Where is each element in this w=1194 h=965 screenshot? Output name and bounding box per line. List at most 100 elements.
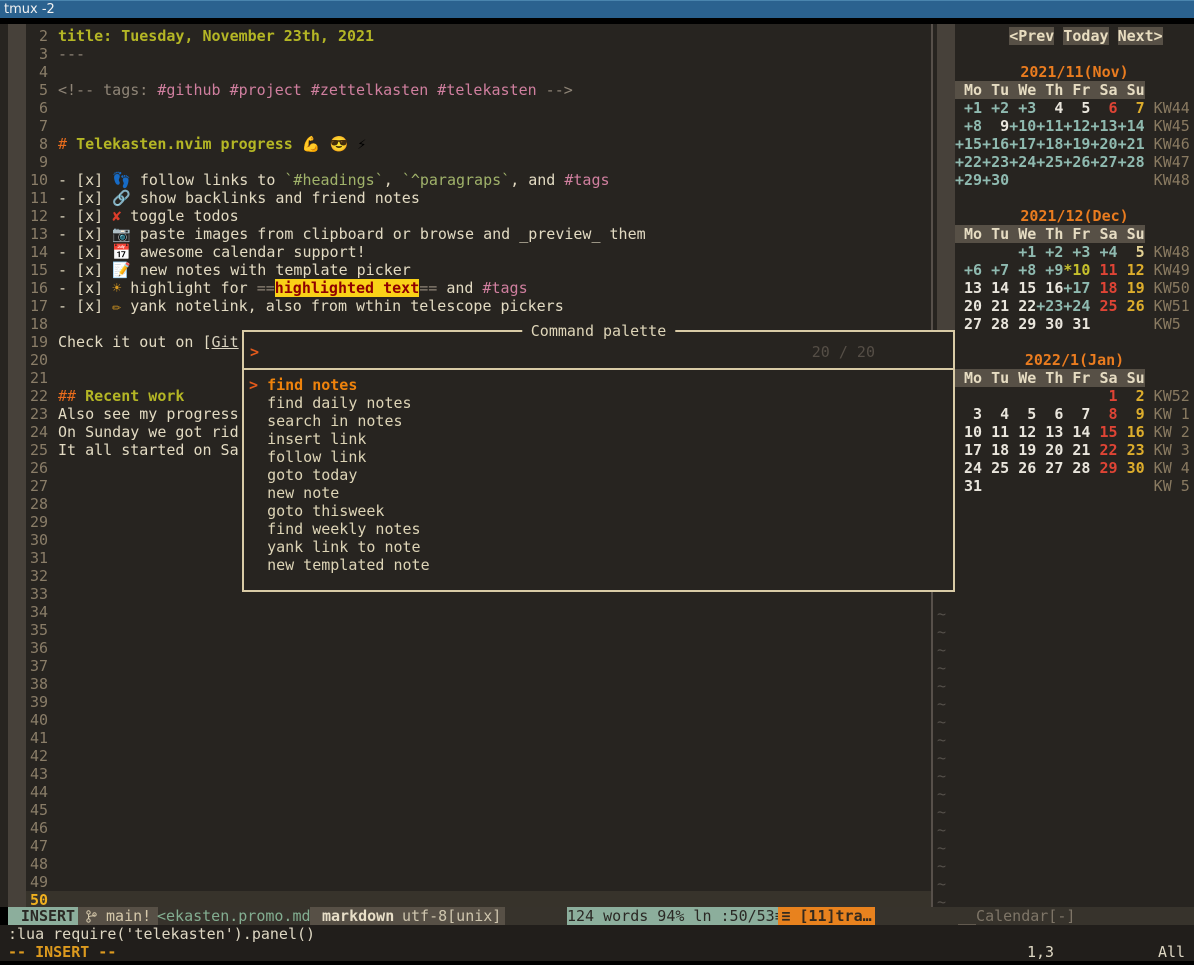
editor-line[interactable]: Check it out on [Git [58,333,239,351]
calendar-day[interactable] [982,477,1009,495]
palette-item[interactable]: new templated note [244,556,953,574]
calendar-day[interactable]: +25 [1036,153,1063,171]
calendar-day[interactable]: 19 [1118,279,1145,297]
calendar-day[interactable]: 4 [982,405,1009,423]
calendar-day[interactable]: +29 [955,171,982,189]
calendar-day[interactable] [1009,477,1036,495]
calendar-day[interactable]: +2 [1036,243,1063,261]
calendar-day[interactable]: +9 [1036,261,1063,279]
calendar-day[interactable]: +17 [1009,135,1036,153]
calendar-day[interactable]: +3 [1009,99,1036,117]
calendar-day[interactable]: 4 [1036,99,1063,117]
calendar-day[interactable] [1063,477,1090,495]
calendar-day[interactable]: 31 [1063,315,1090,333]
calendar-day[interactable] [1063,171,1090,189]
calendar-day[interactable]: 30 [1036,315,1063,333]
calendar-day[interactable]: 9 [1118,405,1145,423]
calendar-day[interactable]: 16 [1036,279,1063,297]
calendar-day[interactable]: 2 [1118,387,1145,405]
calendar-day[interactable]: +22 [955,153,982,171]
calendar-day[interactable] [1036,477,1063,495]
calendar-day[interactable]: 25 [982,459,1009,477]
calendar-day[interactable]: 26 [1009,459,1036,477]
calendar-day[interactable]: 5 [1118,243,1145,261]
editor-line[interactable]: --- [58,45,85,63]
calendar-day[interactable]: 29 [1009,315,1036,333]
calendar-day[interactable]: 9 [982,117,1009,135]
calendar-day[interactable]: +8 [1009,261,1036,279]
calendar-day[interactable]: +21 [1118,135,1145,153]
calendar-day[interactable]: +18 [1036,135,1063,153]
palette-item[interactable]: yank link to note [244,538,953,556]
calendar-day[interactable]: 30 [1118,459,1145,477]
calendar-day[interactable]: 10 [955,423,982,441]
editor-line[interactable]: On Sunday we got rid [58,423,239,441]
calendar-day[interactable] [1090,315,1117,333]
calendar-day[interactable]: +2 [982,99,1009,117]
calendar-day[interactable] [1036,387,1063,405]
calendar-day[interactable]: *10 [1063,261,1090,279]
calendar-day[interactable]: +28 [1118,153,1145,171]
calendar-day[interactable]: +26 [1063,153,1090,171]
calendar-day[interactable]: 21 [982,297,1009,315]
calendar-day[interactable]: 11 [1090,261,1117,279]
editor-line[interactable]: - [x] ☀ highlight for ==highlighted text… [58,279,528,297]
calendar-day[interactable]: 6 [1036,405,1063,423]
calendar-day[interactable]: 24 [955,459,982,477]
calendar-day[interactable]: +8 [955,117,982,135]
calendar-day[interactable]: +24 [1063,297,1090,315]
calendar-day[interactable] [982,387,1009,405]
editor-line[interactable]: - [x] 🔗 show backlinks and friend notes [58,189,420,207]
calendar-day[interactable] [1009,387,1036,405]
editor-line[interactable]: Also see my progress [58,405,239,423]
editor-line[interactable]: - [x] ✘ toggle todos [58,207,239,225]
prev-month-button[interactable]: <Prev [1009,27,1054,45]
calendar-day[interactable]: +19 [1063,135,1090,153]
calendar-day[interactable]: +3 [1063,243,1090,261]
editor-line[interactable]: # Telekasten.nvim progress 💪 😎 ⚡ [58,135,366,153]
calendar-day[interactable] [1090,171,1117,189]
editor-line[interactable]: - [x] 📅 awesome calendar support! [58,243,366,261]
calendar-day[interactable]: +20 [1090,135,1117,153]
calendar-day[interactable] [1118,171,1145,189]
calendar-day[interactable]: +12 [1063,117,1090,135]
calendar-day[interactable]: 28 [982,315,1009,333]
calendar-day[interactable]: 15 [1009,279,1036,297]
calendar-day[interactable] [1063,387,1090,405]
palette-item[interactable]: goto thisweek [244,502,953,520]
calendar-day[interactable]: 22 [1009,297,1036,315]
calendar-day[interactable]: +17 [1063,279,1090,297]
vim-command-line[interactable]: :lua require('telekasten').panel() [8,925,315,943]
calendar-day[interactable]: 18 [982,441,1009,459]
calendar-day[interactable]: +1 [1009,243,1036,261]
calendar-day[interactable]: 7 [1063,405,1090,423]
calendar-day[interactable]: 22 [1090,441,1117,459]
calendar-day[interactable]: 28 [1063,459,1090,477]
calendar-day[interactable]: 14 [1063,423,1090,441]
calendar-day[interactable] [1009,171,1036,189]
calendar-day[interactable]: +15 [955,135,982,153]
window-titlebar[interactable]: tmux -2 [0,0,1194,18]
palette-item[interactable]: follow link [244,448,953,466]
calendar-day[interactable]: 6 [1090,99,1117,117]
calendar-day[interactable]: 5 [1063,99,1090,117]
calendar-day[interactable]: 31 [955,477,982,495]
calendar-day[interactable]: 18 [1090,279,1117,297]
palette-item[interactable]: find daily notes [244,394,953,412]
editor-line[interactable]: It all started on Sa [58,441,239,459]
calendar-day[interactable] [1090,477,1117,495]
palette-item[interactable]: new note [244,484,953,502]
editor-line[interactable]: ## Recent work [58,387,184,405]
calendar-day[interactable]: 13 [1036,423,1063,441]
calendar-day[interactable]: 5 [1009,405,1036,423]
calendar-day[interactable]: 21 [1063,441,1090,459]
calendar-day[interactable]: +24 [1009,153,1036,171]
calendar-day[interactable]: +13 [1090,117,1117,135]
calendar-day[interactable]: +23 [1036,297,1063,315]
calendar-day[interactable]: 13 [955,279,982,297]
calendar-day[interactable]: 27 [955,315,982,333]
calendar-day[interactable]: 17 [955,441,982,459]
palette-item[interactable]: > find notes [244,376,953,394]
palette-item[interactable]: search in notes [244,412,953,430]
calendar-day[interactable]: 15 [1090,423,1117,441]
